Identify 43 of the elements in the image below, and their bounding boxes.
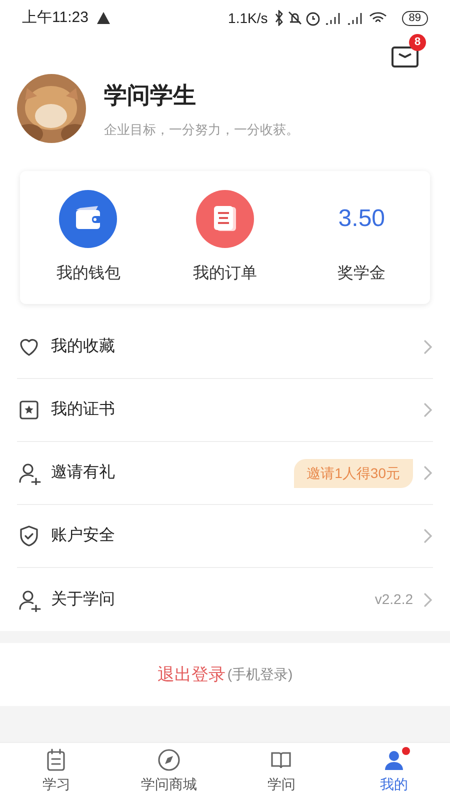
battery-indicator: 89 <box>402 10 428 26</box>
shortcut-button[interactable]: 3.50 奖学金 <box>293 190 430 286</box>
shortcut-button[interactable]: 我的钱包 <box>20 190 157 286</box>
certificate-icon <box>17 398 41 422</box>
menu-item[interactable]: 我的证书 <box>17 379 433 442</box>
chevron-right-icon <box>423 339 433 355</box>
tab[interactable]: 我的 <box>338 743 450 800</box>
shortcut-button[interactable]: 我的订单 <box>156 190 294 286</box>
tab[interactable]: 学问商城 <box>112 743 225 800</box>
network-speed: 1.1K/s <box>228 8 268 28</box>
message-count-badge: 8 <box>409 34 426 51</box>
menu-item-label: 邀请有礼 <box>51 462 115 483</box>
scholarship-amount: 3.50 <box>338 204 386 234</box>
tab[interactable]: 学问 <box>225 743 338 800</box>
menu-item[interactable]: 账户安全 <box>17 505 433 568</box>
shield-check-icon <box>17 524 41 548</box>
logout-button[interactable]: 退出登录 <box>157 662 226 688</box>
user-motto: 企业目标，一分努力，一分收获。 <box>104 121 299 139</box>
menu-item-label: 关于学问 <box>51 590 115 610</box>
notebook-icon <box>45 748 68 772</box>
chevron-right-icon <box>423 528 433 544</box>
user-add-icon <box>17 588 41 612</box>
menu-item-label: 我的证书 <box>51 400 115 420</box>
tab[interactable]: 学习 <box>0 743 112 800</box>
chevron-right-icon <box>423 402 433 418</box>
menu-item[interactable]: 关于学问 v2.2.2 <box>17 568 433 631</box>
chevron-right-icon <box>423 592 433 608</box>
user-name: 学问学生 <box>104 80 197 110</box>
menu-item[interactable]: 我的收藏 <box>17 316 433 379</box>
mail-icon <box>391 46 419 68</box>
menu-item-label: 我的收藏 <box>51 336 115 357</box>
invite-reward-badge: 邀请1人得30元 <box>294 458 413 488</box>
menu-item[interactable]: 邀请有礼 邀请1人得30元 <box>17 442 433 505</box>
status-time: 上午11:23 <box>22 8 88 28</box>
document-icon <box>196 190 254 248</box>
warning-icon <box>96 11 112 25</box>
chevron-right-icon <box>423 465 433 481</box>
version-text: v2.2.2 <box>374 590 413 609</box>
menu-item-label: 账户安全 <box>51 526 115 546</box>
compass-icon <box>156 748 181 772</box>
wallet-icon <box>59 190 118 248</box>
user-add-icon <box>17 461 41 485</box>
login-method-note: (手机登录) <box>227 665 293 684</box>
